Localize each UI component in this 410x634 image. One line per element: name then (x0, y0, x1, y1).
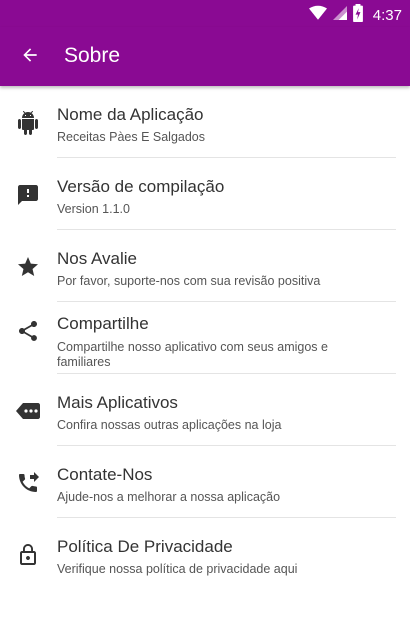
item-subtitle: Version 1.1.0 (57, 202, 130, 216)
item-title: Versão de compilação (57, 177, 225, 196)
status-time: 4:37 (372, 7, 402, 24)
arrow-back-icon (20, 45, 40, 70)
item-subtitle: Confira nossas outras aplicações na loja (57, 418, 282, 432)
status-icons: 4:37 (308, 4, 402, 27)
more-apps-icon (15, 398, 41, 424)
item-subtitle: Por favor, suporte-nos com sua revisão p… (57, 274, 321, 288)
wifi-icon (308, 5, 327, 26)
list-item-app-name[interactable]: Nome da Aplicação Receitas Pàes E Salgad… (0, 86, 410, 158)
app-bar: Sobre (0, 27, 410, 86)
item-title: Política De Privacidade (57, 537, 233, 556)
android-icon (15, 110, 41, 136)
item-title: Compartilhe (57, 314, 149, 333)
item-subtitle: Verifique nossa política de privacidade … (57, 562, 298, 576)
battery-charging-icon (352, 4, 363, 27)
item-title: Mais Aplicativos (57, 393, 178, 412)
list-item-build-version[interactable]: Versão de compilação Version 1.1.0 (0, 158, 410, 230)
status-bar: 4:37 (0, 0, 410, 27)
list-item-rate-us[interactable]: Nos Avalie Por favor, suporte-nos com su… (0, 230, 410, 302)
star-icon (15, 254, 41, 280)
item-subtitle: Compartilhe nosso aplicativo com seus am… (57, 340, 328, 369)
list-item-privacy-policy[interactable]: Política De Privacidade Verifique nossa … (0, 518, 410, 590)
item-subtitle: Receitas Pàes E Salgados (57, 130, 206, 144)
feedback-icon (15, 182, 41, 208)
item-title: Nome da Aplicação (57, 105, 204, 124)
signal-icon (332, 5, 347, 26)
item-title: Nos Avalie (57, 249, 138, 268)
about-list: Nome da Aplicação Receitas Pàes E Salgad… (0, 86, 410, 590)
lock-icon (15, 542, 41, 568)
item-subtitle: Ajude-nos a melhorar a nossa aplicação (57, 490, 281, 504)
list-item-more-apps[interactable]: Mais Aplicativos Confira nossas outras a… (0, 374, 410, 446)
phone-forward-icon (15, 470, 41, 496)
back-button[interactable] (12, 39, 48, 75)
list-item-contact-us[interactable]: Contate-Nos Ajude-nos a melhorar a nossa… (0, 446, 410, 518)
list-item-share[interactable]: Compartilhe Compartilhe nosso aplicativo… (0, 302, 410, 374)
item-title: Contate-Nos (57, 465, 153, 484)
page-title: Sobre (64, 44, 121, 67)
share-icon (15, 318, 41, 344)
